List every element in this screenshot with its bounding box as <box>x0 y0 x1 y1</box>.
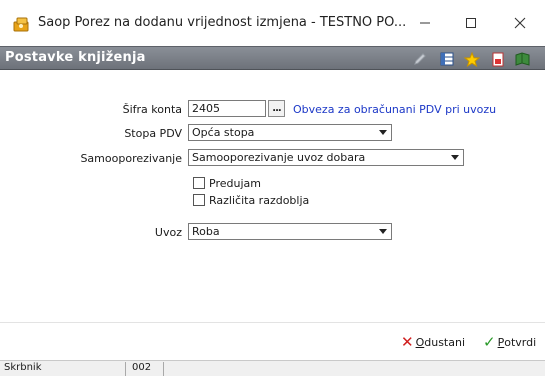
razlicita-razdoblja-checkbox[interactable] <box>193 194 205 206</box>
confirm-label: otvrdi <box>504 335 537 349</box>
action-bar: ✕ Odustani ✓ Potvrdi <box>0 322 545 360</box>
status-divider <box>163 362 164 376</box>
edit-icon[interactable] <box>412 51 429 67</box>
sifra-konta-label: Šifra konta <box>122 103 182 116</box>
minimize-icon <box>420 22 430 24</box>
window-titlebar: Saop Porez na dodanu vrijednost izmjena … <box>0 0 545 46</box>
cancel-label: dustani <box>424 335 466 349</box>
razlicita-razdoblja-label: Različita razdoblja <box>209 194 310 207</box>
confirm-label-accel: P <box>497 335 505 349</box>
sifra-konta-description: Obveza za obračunani PDV pri uvozu <box>293 103 497 116</box>
status-user: Skrbnik <box>4 362 42 373</box>
section-header: Postavke knjiženja <box>0 46 545 70</box>
book-icon[interactable] <box>514 51 531 67</box>
sifra-konta-lookup-button[interactable]: ... <box>268 100 285 117</box>
uvoz-value: Roba <box>192 225 220 238</box>
status-code: 002 <box>132 362 152 373</box>
status-divider <box>125 362 126 376</box>
predujam-label: Predujam <box>209 177 261 190</box>
maximize-button[interactable] <box>451 8 491 38</box>
cancel-x-icon: ✕ <box>401 333 414 351</box>
maximize-icon <box>466 18 476 28</box>
sifra-konta-field[interactable]: 2405 <box>188 100 266 117</box>
stopa-pdv-select[interactable]: Opća stopa <box>188 124 392 141</box>
status-bar: Skrbnik 002 <box>0 360 545 376</box>
samooporezivanje-value: Samooporezivanje uvoz dobara <box>192 151 366 164</box>
section-title: Postavke knjiženja <box>5 50 146 65</box>
form-panel: Šifra konta 2405 ... Obveza za obračunan… <box>0 70 545 322</box>
columns-icon[interactable] <box>439 51 456 67</box>
confirm-button[interactable]: ✓ Potvrdi <box>483 333 536 351</box>
check-icon: ✓ <box>483 333 496 351</box>
chevron-down-icon <box>379 229 387 234</box>
stopa-pdv-value: Opća stopa <box>192 126 255 139</box>
close-icon <box>514 17 526 29</box>
chevron-down-icon <box>379 130 387 135</box>
stopa-pdv-label: Stopa PDV <box>124 127 182 140</box>
window-title: Saop Porez na dodanu vrijednost izmjena … <box>38 15 407 30</box>
favorite-star-icon[interactable] <box>463 51 480 67</box>
cancel-button[interactable]: ✕ Odustani <box>401 333 465 351</box>
samooporezivanje-label: Samooporezivanje <box>80 152 182 165</box>
close-button[interactable] <box>500 8 540 38</box>
document-icon[interactable] <box>489 51 506 67</box>
minimize-button[interactable] <box>405 8 445 38</box>
chevron-down-icon <box>451 155 459 160</box>
uvoz-select[interactable]: Roba <box>188 223 392 240</box>
cancel-label-accel: O <box>415 335 425 349</box>
uvoz-label: Uvoz <box>154 226 182 239</box>
samooporezivanje-select[interactable]: Samooporezivanje uvoz dobara <box>188 149 464 166</box>
predujam-checkbox[interactable] <box>193 177 205 189</box>
app-icon <box>13 16 31 32</box>
